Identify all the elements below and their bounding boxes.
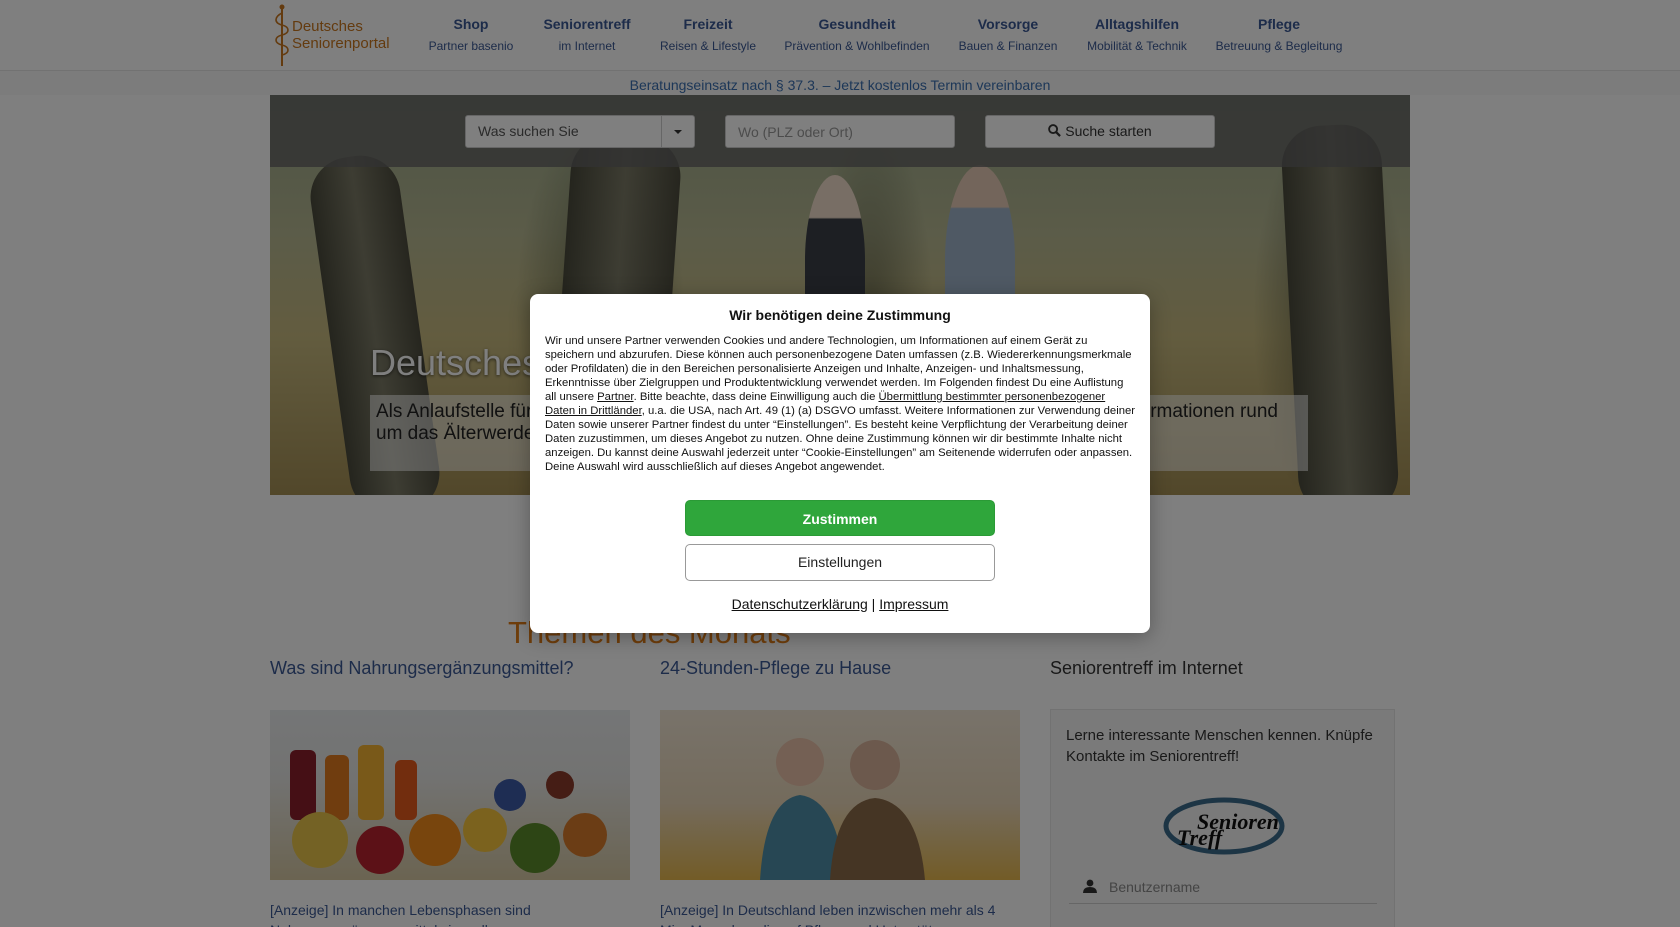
consent-body: Wir und unsere Partner verwenden Cookies… xyxy=(545,334,1137,474)
imprint-link[interactable]: Impressum xyxy=(879,596,948,612)
consent-links: Datenschutzerklärung | Impressum xyxy=(530,596,1150,612)
consent-text: . Bitte beachte, dass deine Einwilligung… xyxy=(633,391,879,403)
privacy-link[interactable]: Datenschutzerklärung xyxy=(732,596,868,612)
consent-title: Wir benötigen deine Zustimmung xyxy=(729,307,951,323)
accept-button[interactable]: Zustimmen xyxy=(685,500,995,536)
link-separator: | xyxy=(871,596,876,612)
settings-button[interactable]: Einstellungen xyxy=(685,544,995,581)
consent-dialog: Wir benötigen deine Zustimmung Wir und u… xyxy=(530,294,1150,633)
partner-link[interactable]: Partner xyxy=(597,391,633,403)
